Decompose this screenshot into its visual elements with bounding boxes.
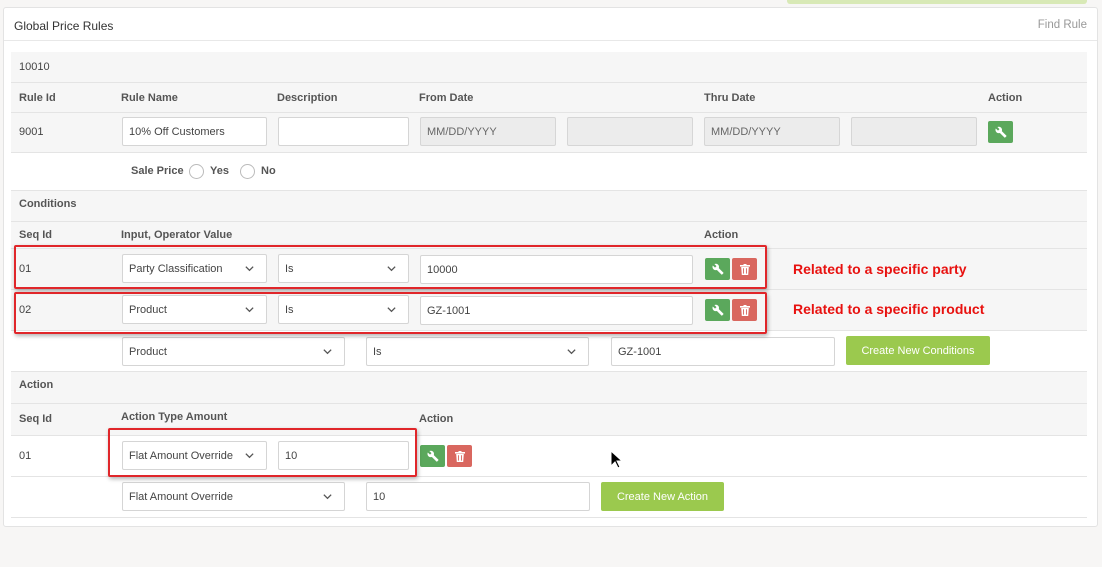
update-action-button[interactable] — [420, 445, 445, 467]
sale-price-label: Sale Price — [131, 165, 184, 177]
wrench-icon — [994, 126, 1006, 138]
top-notification-strip — [787, 0, 1087, 4]
highlight-product-condition — [14, 292, 767, 334]
new-action-type-value: Flat Amount Override — [129, 491, 233, 503]
sale-price-yes-radio[interactable] — [189, 164, 204, 179]
col-action-type-amount: Action Type Amount — [121, 411, 228, 423]
update-rule-button[interactable] — [988, 121, 1013, 143]
annotation-party: Related to a specific party — [793, 261, 967, 277]
col-cond-seq-id: Seq Id — [19, 229, 53, 241]
rule-name-input[interactable] — [122, 117, 267, 146]
sale-price-no-label: No — [261, 165, 276, 177]
col-cond-input-operator-value: Input, Operator Value — [121, 229, 233, 241]
new-condition-operator-select[interactable]: Is — [366, 337, 589, 366]
chevron-down-icon — [323, 494, 332, 500]
action-seq: 01 — [19, 450, 32, 462]
conditions-section-title: Conditions — [19, 198, 77, 210]
col-action: Action — [988, 92, 1023, 104]
panel-header: Global Price Rules Find Rule — [4, 8, 1097, 41]
col-cond-action: Action — [704, 229, 739, 241]
action-section-title-row: Action — [11, 372, 1087, 404]
rule-columns-header: Rule Id Rule Name Description From Date … — [11, 83, 1087, 113]
from-time-input[interactable] — [567, 117, 693, 146]
conditions-section-title-row: Conditions — [11, 191, 1087, 222]
find-rule-link[interactable]: Find Rule — [1038, 19, 1087, 31]
col-action-action: Action — [419, 413, 454, 425]
description-input[interactable] — [278, 117, 409, 146]
action-section-title: Action — [19, 379, 54, 391]
new-action-type-select[interactable]: Flat Amount Override — [122, 482, 345, 511]
new-condition-input-value: Product — [129, 346, 167, 358]
new-condition-input-select[interactable]: Product — [122, 337, 345, 366]
col-description: Description — [277, 92, 338, 104]
col-rule-name: Rule Name — [121, 92, 178, 104]
delete-action-button[interactable] — [447, 445, 472, 467]
col-action-seq-id: Seq Id — [19, 413, 53, 425]
page-title: Global Price Rules — [14, 19, 114, 33]
trash-icon — [454, 450, 465, 462]
col-rule-id: Rule Id — [19, 92, 56, 104]
new-condition-value-input[interactable] — [611, 337, 835, 366]
mouse-cursor-icon — [610, 450, 624, 469]
new-action-amount-input[interactable] — [366, 482, 590, 511]
from-date-input[interactable] — [420, 117, 556, 146]
thru-date-input[interactable] — [704, 117, 840, 146]
new-condition-operator-value: Is — [373, 346, 382, 358]
thru-time-input[interactable] — [851, 117, 977, 146]
rule-record-id: 10010 — [19, 61, 50, 73]
create-new-action-button[interactable]: Create New Action — [601, 482, 724, 511]
rule-record-row: 10010 — [11, 52, 1087, 83]
wrench-icon — [426, 450, 438, 462]
annotation-product: Related to a specific product — [793, 301, 985, 317]
highlight-action-row — [108, 428, 417, 477]
col-thru-date: Thru Date — [704, 92, 756, 104]
col-from-date: From Date — [419, 92, 474, 104]
rule-id-value: 9001 — [19, 126, 44, 138]
chevron-down-icon — [567, 349, 576, 355]
highlight-party-condition — [14, 245, 767, 289]
chevron-down-icon — [323, 349, 332, 355]
sale-price-no-radio[interactable] — [240, 164, 255, 179]
sale-price-yes-label: Yes — [210, 165, 229, 177]
create-new-conditions-button[interactable]: Create New Conditions — [846, 336, 990, 365]
